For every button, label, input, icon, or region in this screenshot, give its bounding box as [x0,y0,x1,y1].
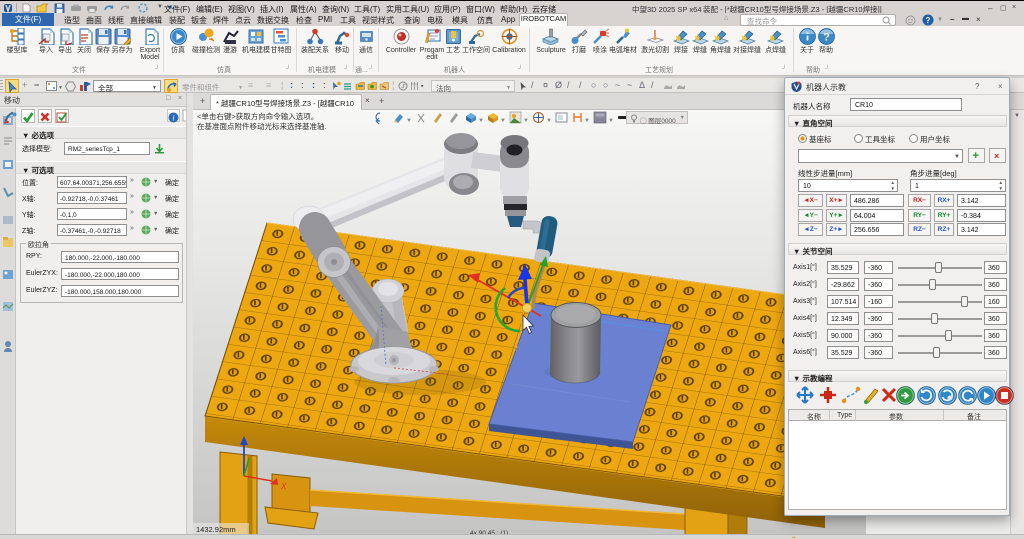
svg-text:i: i [172,114,174,123]
svg-text:▼: ▼ [584,118,590,124]
svg-text:▼: ▼ [608,118,614,124]
svg-text:▼: ▼ [478,118,484,124]
svg-text:▼: ▼ [523,118,529,124]
svg-text:▼: ▼ [406,118,412,124]
svg-text:X: X [280,482,287,491]
svg-text:?: ? [926,16,931,25]
svg-text:▼: ▼ [546,118,552,124]
svg-text:▼: ▼ [500,118,506,124]
